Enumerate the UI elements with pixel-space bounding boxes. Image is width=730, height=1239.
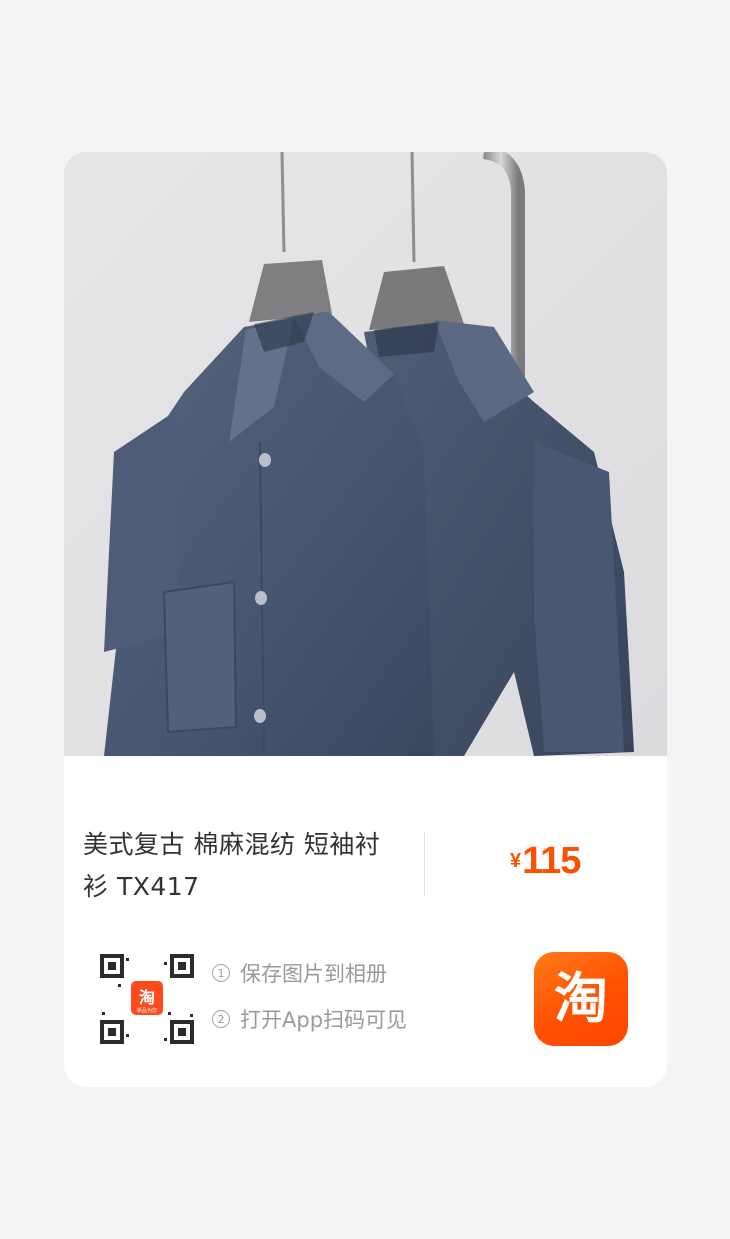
product-title[interactable]: 美式复古 棉麻混纺 短袖衬 衫 TX417 <box>83 824 403 908</box>
product-price: ¥115 <box>510 840 581 883</box>
qr-center-logo-caption: 新品为您 <box>137 1007 157 1014</box>
product-title-line1: 美式复古 棉麻混纺 短袖衬 <box>83 830 381 859</box>
taobao-app-icon[interactable]: 淘 <box>534 952 628 1046</box>
step-text-1: 保存图片到相册 <box>240 962 387 986</box>
share-step-1: 1 保存图片到相册 <box>212 958 407 988</box>
step-text-2: 打开App扫码可见 <box>240 1008 408 1032</box>
price-currency-symbol: ¥ <box>510 850 522 872</box>
product-share-card: 美式复古 棉麻混纺 短袖衬 衫 TX417 ¥115 淘 新品为您 1 保存图片… <box>64 152 667 1087</box>
share-instructions: 1 保存图片到相册 2 打开App扫码可见 <box>212 958 407 1050</box>
shirts-on-rack-image <box>64 152 667 756</box>
taobao-app-glyph: 淘 <box>554 967 608 1030</box>
product-title-line2: 衫 TX417 <box>83 872 200 901</box>
step-number-2: 2 <box>212 1010 230 1028</box>
price-value: 115 <box>522 840 581 882</box>
share-step-2: 2 打开App扫码可见 <box>212 1004 407 1034</box>
title-price-divider <box>424 832 425 896</box>
product-photo[interactable] <box>64 152 667 756</box>
qr-code-icon[interactable]: 淘 新品为您 <box>98 950 196 1048</box>
qr-code-graphic: 淘 新品为您 <box>100 954 194 1044</box>
step-number-1: 1 <box>212 964 230 982</box>
qr-center-logo-glyph: 淘 <box>139 988 155 1007</box>
